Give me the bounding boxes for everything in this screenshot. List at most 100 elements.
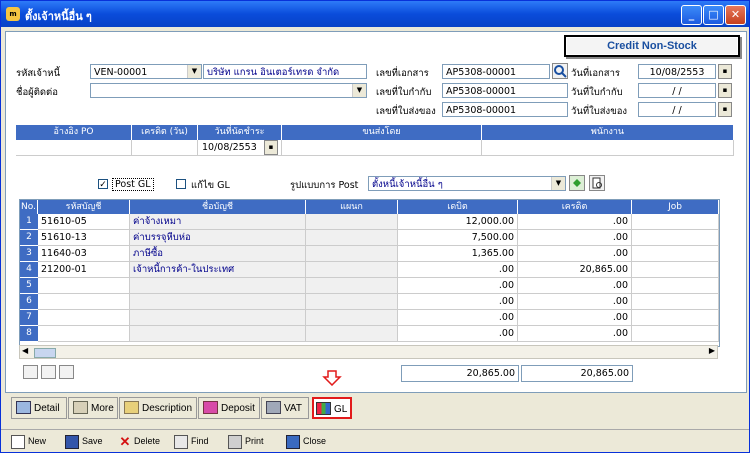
- cell-job[interactable]: [632, 294, 719, 310]
- cell-code[interactable]: 51610-13: [38, 230, 130, 246]
- refresh-icon[interactable]: [569, 175, 585, 191]
- row-number[interactable]: 5: [20, 278, 38, 294]
- cell-debit[interactable]: .00: [398, 278, 518, 294]
- cell-job[interactable]: [632, 214, 719, 230]
- row-number[interactable]: 1: [20, 214, 38, 230]
- delete-button[interactable]: ✕ Delete: [119, 433, 160, 449]
- cell-code[interactable]: [38, 326, 130, 342]
- cell-debit[interactable]: 1,365.00: [398, 246, 518, 262]
- tab-vat[interactable]: VAT: [261, 397, 309, 419]
- row-number[interactable]: 4: [20, 262, 38, 278]
- row-number[interactable]: 7: [20, 310, 38, 326]
- row-number[interactable]: 6: [20, 294, 38, 310]
- cell-name[interactable]: ค่าบรรจุหีบห่อ: [130, 230, 306, 246]
- cell-debit[interactable]: 7,500.00: [398, 230, 518, 246]
- cell-code[interactable]: [38, 294, 130, 310]
- edit-gl-checkbox[interactable]: [176, 179, 186, 189]
- close-window-button[interactable]: ✕: [725, 5, 746, 25]
- cell-debit[interactable]: .00: [398, 294, 518, 310]
- cell-job[interactable]: [632, 230, 719, 246]
- cell-debit[interactable]: 12,000.00: [398, 214, 518, 230]
- cell-name[interactable]: ภาษีซื้อ: [130, 246, 306, 262]
- tab-deposit[interactable]: Deposit: [198, 397, 260, 419]
- cell-code[interactable]: 21200-01: [38, 262, 130, 278]
- cell-name[interactable]: [130, 278, 306, 294]
- credit-days-field[interactable]: [132, 140, 198, 156]
- row-number[interactable]: 2: [20, 230, 38, 246]
- cell-dept[interactable]: [306, 214, 398, 230]
- cell-debit[interactable]: .00: [398, 310, 518, 326]
- maximize-button[interactable]: □: [703, 5, 724, 25]
- calendar-icon[interactable]: ▪: [718, 102, 732, 117]
- doc-no-field[interactable]: AP5308-00001: [442, 64, 550, 79]
- contact-dropdown[interactable]: ▼: [90, 83, 367, 98]
- new-button[interactable]: New: [11, 433, 46, 449]
- cell-job[interactable]: [632, 262, 719, 278]
- invoice-date-field[interactable]: / /: [638, 83, 716, 98]
- cell-credit[interactable]: .00: [518, 294, 632, 310]
- cell-name[interactable]: [130, 326, 306, 342]
- cell-job[interactable]: [632, 246, 719, 262]
- copy-row-icon[interactable]: [59, 365, 74, 379]
- cell-name[interactable]: [130, 310, 306, 326]
- cell-dept[interactable]: [306, 294, 398, 310]
- print-button[interactable]: Print: [228, 433, 264, 449]
- cell-dept[interactable]: [306, 262, 398, 278]
- cell-credit[interactable]: .00: [518, 214, 632, 230]
- scrollbar-thumb[interactable]: [34, 348, 56, 358]
- post-gl-checkbox[interactable]: ✓: [98, 179, 108, 190]
- cell-name[interactable]: เจ้าหนี้การค้า-ในประเทศ: [130, 262, 306, 278]
- close-button[interactable]: Close: [286, 433, 326, 449]
- vendor-code-dropdown[interactable]: VEN-00001 ▼: [90, 64, 202, 79]
- row-number[interactable]: 3: [20, 246, 38, 262]
- delivery-date-field[interactable]: / /: [638, 102, 716, 117]
- cell-name[interactable]: ค่าจ้างเหมา: [130, 214, 306, 230]
- cell-job[interactable]: [632, 326, 719, 342]
- calendar-icon[interactable]: ▪: [718, 64, 732, 79]
- delivery-no-field[interactable]: AP5308-00001: [442, 102, 568, 117]
- cell-credit[interactable]: .00: [518, 230, 632, 246]
- cell-code[interactable]: [38, 310, 130, 326]
- scroll-left-icon[interactable]: ◀: [22, 346, 28, 355]
- chevron-down-icon[interactable]: ▼: [551, 177, 565, 190]
- cell-dept[interactable]: [306, 326, 398, 342]
- post-format-dropdown[interactable]: ตั้งหนี้เจ้าหนี้อื่น ๆ ▼: [368, 176, 566, 191]
- cell-code[interactable]: [38, 278, 130, 294]
- invoice-no-field[interactable]: AP5308-00001: [442, 83, 568, 98]
- cell-credit[interactable]: 20,865.00: [518, 262, 632, 278]
- cell-credit[interactable]: .00: [518, 326, 632, 342]
- tab-detail[interactable]: Detail: [11, 397, 67, 419]
- employee-field[interactable]: [482, 140, 734, 156]
- chevron-down-icon[interactable]: ▼: [187, 65, 201, 78]
- cell-credit[interactable]: .00: [518, 310, 632, 326]
- tab-gl[interactable]: GL: [312, 397, 352, 419]
- cell-job[interactable]: [632, 278, 719, 294]
- cell-code[interactable]: 11640-03: [38, 246, 130, 262]
- ref-po-field[interactable]: [16, 140, 132, 156]
- chevron-down-icon[interactable]: ▼: [352, 84, 366, 97]
- cell-credit[interactable]: .00: [518, 246, 632, 262]
- cell-debit[interactable]: .00: [398, 326, 518, 342]
- cell-dept[interactable]: [306, 278, 398, 294]
- print-preview-icon[interactable]: [589, 175, 605, 191]
- find-button[interactable]: Find: [174, 433, 209, 449]
- horizontal-scrollbar[interactable]: ◀ ▶: [19, 345, 718, 359]
- scroll-right-icon[interactable]: ▶: [709, 346, 715, 355]
- tab-more[interactable]: More: [68, 397, 118, 419]
- insert-row-icon[interactable]: [23, 365, 38, 379]
- save-button[interactable]: Save: [65, 433, 103, 449]
- cell-dept[interactable]: [306, 230, 398, 246]
- cell-dept[interactable]: [306, 246, 398, 262]
- ship-by-field[interactable]: [282, 140, 482, 156]
- calendar-icon[interactable]: ▪: [718, 83, 732, 98]
- delete-row-icon[interactable]: [41, 365, 56, 379]
- cell-dept[interactable]: [306, 310, 398, 326]
- tab-description[interactable]: Description: [119, 397, 197, 419]
- row-number[interactable]: 8: [20, 326, 38, 342]
- doc-date-field[interactable]: 10/08/2553: [638, 64, 716, 79]
- cell-debit[interactable]: .00: [398, 262, 518, 278]
- cell-job[interactable]: [632, 310, 719, 326]
- cell-credit[interactable]: .00: [518, 278, 632, 294]
- doc-lookup-icon[interactable]: [552, 63, 568, 79]
- calendar-icon[interactable]: ▪: [264, 140, 278, 155]
